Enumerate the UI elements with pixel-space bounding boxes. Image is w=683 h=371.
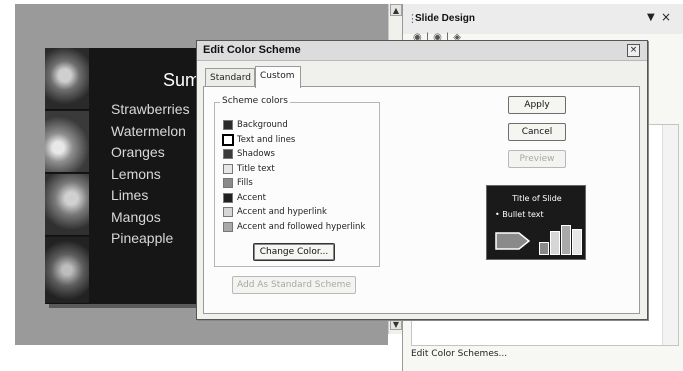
edit-color-scheme-dialog: Edit Color Scheme × Standard Custom Sche…: [196, 40, 648, 320]
scheme-colors-group: Scheme colors Background Text and lines Sh…: [214, 96, 380, 267]
task-pane-header: ⋮ Slide Design ▼ ×: [403, 4, 683, 34]
preview-button[interactable]: Preview: [508, 150, 566, 168]
list-item[interactable]: Shadows: [223, 148, 365, 163]
custom-tab-panel: Scheme colors Background Text and lines Sh…: [203, 86, 640, 314]
preview-bar: [550, 231, 560, 255]
scheme-color-label: Accent and followed hyperlink: [237, 221, 366, 232]
list-item[interactable]: Background: [223, 119, 365, 134]
list-item[interactable]: Accent and hyperlink: [223, 206, 365, 221]
preview-arrow-icon: [495, 232, 531, 250]
color-swatch: [223, 221, 233, 232]
preview-bar: [572, 229, 582, 255]
gallery-scrollbar[interactable]: [662, 125, 678, 345]
scheme-color-label: Accent and hyperlink: [237, 207, 327, 217]
scheme-preview: Title of Slide • Bullet text: [486, 185, 586, 260]
cancel-button[interactable]: Cancel: [508, 123, 566, 141]
strawberry-photo: [45, 48, 89, 110]
dialog-titlebar[interactable]: Edit Color Scheme ×: [197, 41, 647, 61]
close-icon[interactable]: ×: [627, 44, 640, 57]
change-color-button[interactable]: Change Color...: [253, 243, 335, 261]
list-item: Watermelon: [111, 122, 186, 139]
preview-title: Title of Slide: [512, 194, 562, 203]
color-swatch: [223, 149, 233, 159]
chevron-down-icon[interactable]: ▼: [647, 12, 655, 23]
tab-standard[interactable]: Standard: [205, 68, 255, 86]
close-icon[interactable]: ×: [661, 10, 671, 24]
color-swatch: [222, 133, 234, 146]
list-item: Strawberries: [111, 101, 190, 117]
list-item[interactable]: Accent: [223, 192, 365, 207]
color-swatch: [223, 192, 233, 203]
color-swatch: [223, 163, 233, 174]
slide-bullet-list[interactable]: Strawberries Watermelon Oranges Lemons L…: [111, 99, 190, 250]
citrus-photo: [45, 111, 89, 173]
scheme-color-label: Background: [237, 120, 288, 130]
dialog-title: Edit Color Scheme: [203, 44, 301, 56]
list-item: Oranges: [111, 144, 165, 160]
scheme-color-label: Text and lines: [237, 134, 296, 145]
edit-color-schemes-link[interactable]: Edit Color Schemes...: [411, 349, 507, 359]
color-swatch: [223, 120, 233, 130]
list-item[interactable]: Text and lines: [222, 133, 365, 149]
list-item: Lemons: [111, 165, 161, 182]
list-item[interactable]: Accent and followed hyperlink: [223, 221, 365, 236]
color-swatch: [223, 178, 233, 188]
preview-bullet: • Bullet text: [495, 210, 544, 219]
task-pane-title: Slide Design: [415, 13, 476, 24]
scheme-colors-list: Background Text and lines Shadows Title tex…: [222, 119, 365, 236]
scheme-color-label: Accent: [237, 192, 266, 203]
list-item[interactable]: Fills: [223, 177, 365, 192]
list-item[interactable]: Title text: [223, 163, 365, 178]
pineapple-photo: [45, 237, 89, 304]
scheme-color-label: Title text: [237, 163, 275, 174]
list-item: Mangos: [111, 208, 161, 225]
scheme-color-label: Fills: [237, 178, 253, 188]
list-item: Limes: [111, 187, 149, 203]
apply-button[interactable]: Apply: [508, 96, 566, 114]
fruit-photo: [45, 174, 89, 236]
tab-custom[interactable]: Custom: [255, 66, 301, 88]
list-item: Pineapple: [111, 230, 174, 246]
preview-bar: [561, 225, 571, 255]
color-swatch: [223, 207, 233, 217]
scheme-color-label: Shadows: [237, 149, 275, 159]
scroll-up-arrow-icon[interactable]: ▲: [390, 4, 402, 16]
add-as-standard-scheme-button[interactable]: Add As Standard Scheme: [232, 276, 356, 294]
scheme-colors-legend: Scheme colors: [220, 96, 290, 106]
preview-bar: [539, 242, 549, 255]
